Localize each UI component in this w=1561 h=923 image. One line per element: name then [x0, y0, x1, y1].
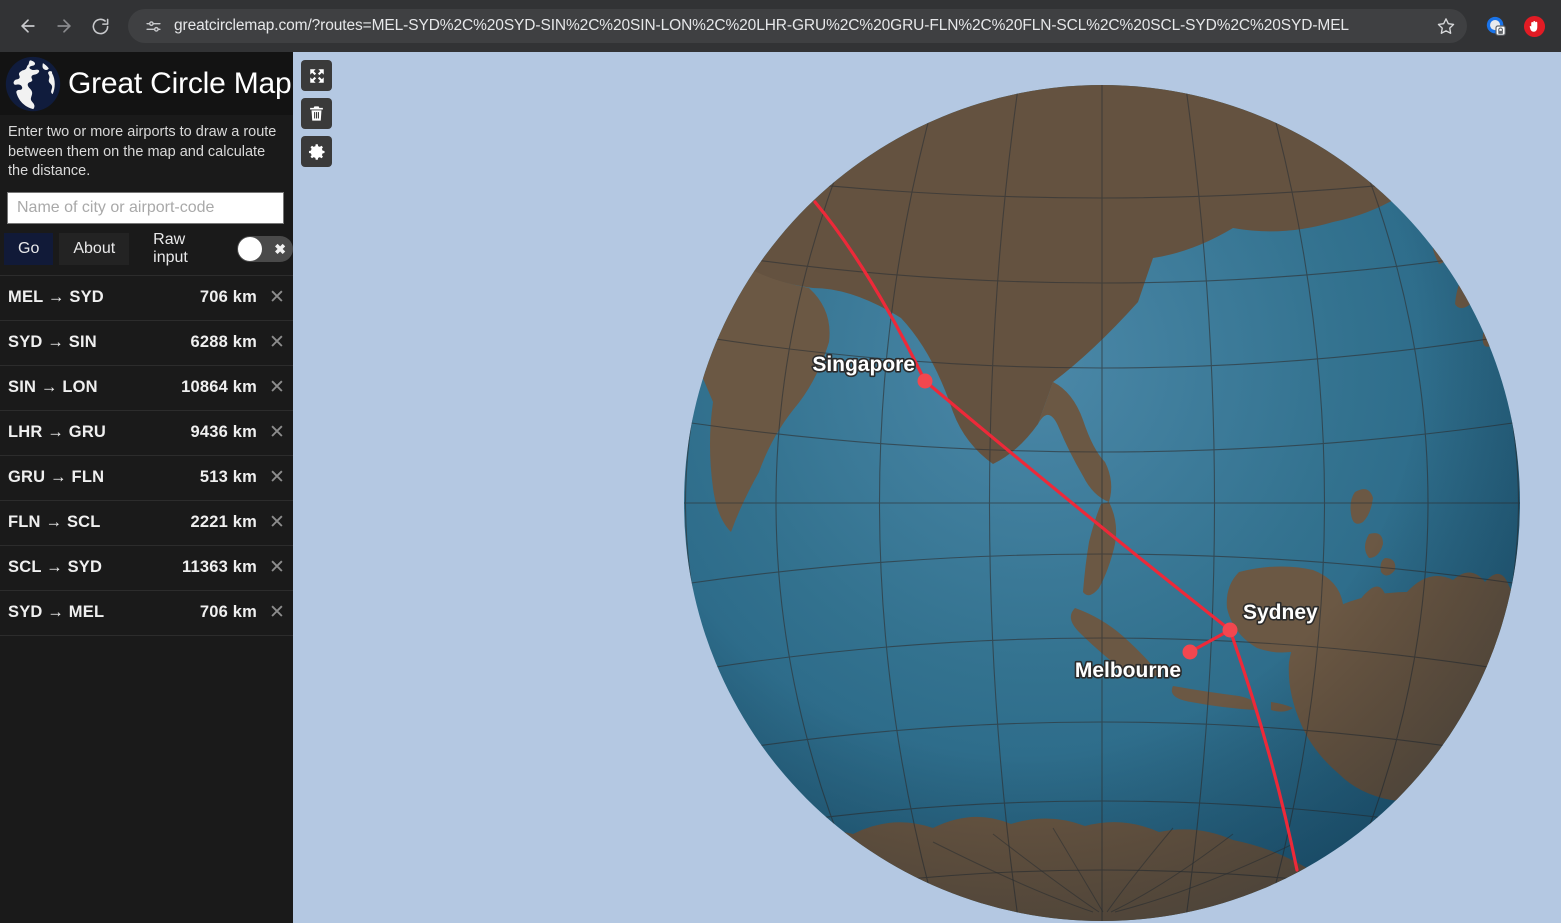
globe-contents	[684, 85, 1520, 921]
globe-logo-icon	[5, 56, 61, 111]
back-button[interactable]	[12, 10, 44, 42]
star-icon[interactable]	[1431, 11, 1461, 41]
route-distance: 706 km	[199, 288, 257, 307]
trash-icon	[310, 106, 323, 121]
controls-row: Go About Raw input ✖	[0, 224, 293, 275]
remove-route-icon[interactable]: ✕	[269, 288, 285, 307]
delete-button[interactable]	[301, 98, 332, 129]
page-title: Great Circle Map	[68, 66, 292, 100]
address-bar[interactable]: greatcirclemap.com/?routes=MEL-SYD%2C%20…	[128, 9, 1467, 43]
route-row[interactable]: SYD → MEL 706 km ✕	[0, 590, 293, 636]
route-distance: 706 km	[199, 603, 257, 622]
remove-route-icon[interactable]: ✕	[269, 423, 285, 442]
marker-melbourne[interactable]	[1182, 644, 1198, 660]
route-pair-label: FLN → SCL	[8, 513, 101, 532]
route-distance: 10864 km	[181, 378, 257, 397]
remove-route-icon[interactable]: ✕	[269, 333, 285, 352]
forward-button[interactable]	[48, 10, 80, 42]
browser-toolbar: greatcirclemap.com/?routes=MEL-SYD%2C%20…	[0, 0, 1561, 52]
map-toolbar	[301, 60, 332, 167]
go-button[interactable]: Go	[4, 232, 54, 265]
route-row[interactable]: GRU → FLN 513 km ✕	[0, 455, 293, 501]
marker-sydney[interactable]	[1222, 622, 1238, 638]
remove-route-icon[interactable]: ✕	[269, 558, 285, 577]
route-row[interactable]: MEL → SYD 706 km ✕	[0, 275, 293, 321]
route-distance: 2221 km	[190, 513, 257, 532]
route-pair-label: SYD → MEL	[8, 603, 105, 622]
remove-route-icon[interactable]: ✕	[269, 468, 285, 487]
forward-arrow-icon	[57, 19, 71, 33]
settings-button[interactable]	[301, 136, 332, 167]
toggle-off-icon: ✖	[274, 240, 286, 257]
search-input[interactable]	[7, 191, 284, 224]
sidebar-description: Enter two or more airports to draw a rou…	[8, 124, 277, 180]
route-pair-label: SYD → SIN	[8, 333, 97, 352]
route-pair-label: LHR → GRU	[8, 423, 107, 442]
reload-icon	[92, 18, 108, 34]
url-text: greatcirclemap.com/?routes=MEL-SYD%2C%20…	[174, 17, 1349, 34]
gear-icon	[308, 143, 324, 160]
route-pair-label: SCL → SYD	[8, 558, 103, 577]
route-row[interactable]: SCL → SYD 11363 km ✕	[0, 545, 293, 591]
route-row[interactable]: SYD → SIN 6288 km ✕	[0, 320, 293, 366]
extension-icon[interactable]	[1481, 11, 1511, 41]
label-melbourne: Melbourne	[1075, 659, 1181, 682]
back-arrow-icon	[21, 19, 35, 33]
route-distance: 6288 km	[190, 333, 257, 352]
app-header: Great Circle Map	[0, 52, 293, 115]
route-row[interactable]: LHR → GRU 9436 km ✕	[0, 410, 293, 456]
raw-input-label: Raw input	[153, 230, 188, 266]
route-distance: 513 km	[199, 468, 257, 487]
about-button[interactable]: About	[59, 232, 130, 265]
sidebar: Great Circle Map Enter two or more airpo…	[0, 52, 293, 923]
globe-visualization[interactable]: Singapore Sydney Melbourne	[293, 52, 1561, 923]
route-row[interactable]: SIN → LON 10864 km ✕	[0, 365, 293, 411]
hand-stop-icon[interactable]	[1519, 11, 1549, 41]
raw-input-toggle[interactable]: ✖	[237, 235, 293, 262]
reload-button[interactable]	[84, 10, 116, 42]
route-pair-label: GRU → FLN	[8, 468, 105, 487]
remove-route-icon[interactable]: ✕	[269, 513, 285, 532]
marker-singapore[interactable]	[917, 373, 933, 389]
route-distance: 9436 km	[190, 423, 257, 442]
route-pair-label: MEL → SYD	[8, 288, 104, 307]
route-row[interactable]: FLN → SCL 2221 km ✕	[0, 500, 293, 546]
fullscreen-button[interactable]	[301, 60, 332, 91]
toggle-knob	[238, 236, 263, 261]
remove-route-icon[interactable]: ✕	[269, 603, 285, 622]
map-canvas[interactable]: Singapore Sydney Melbourne	[293, 52, 1561, 923]
label-sydney: Sydney	[1243, 601, 1318, 624]
route-list: MEL → SYD 706 km ✕ SYD → SIN 6288 km ✕ SIN → L…	[0, 274, 293, 636]
globe-shading	[684, 85, 1520, 921]
label-singapore: Singapore	[812, 353, 915, 376]
expand-arrows-icon	[309, 68, 324, 83]
tune-settings-icon[interactable]	[142, 15, 164, 37]
remove-route-icon[interactable]: ✕	[269, 378, 285, 397]
route-pair-label: SIN → LON	[8, 378, 98, 397]
route-distance: 11363 km	[181, 558, 257, 577]
